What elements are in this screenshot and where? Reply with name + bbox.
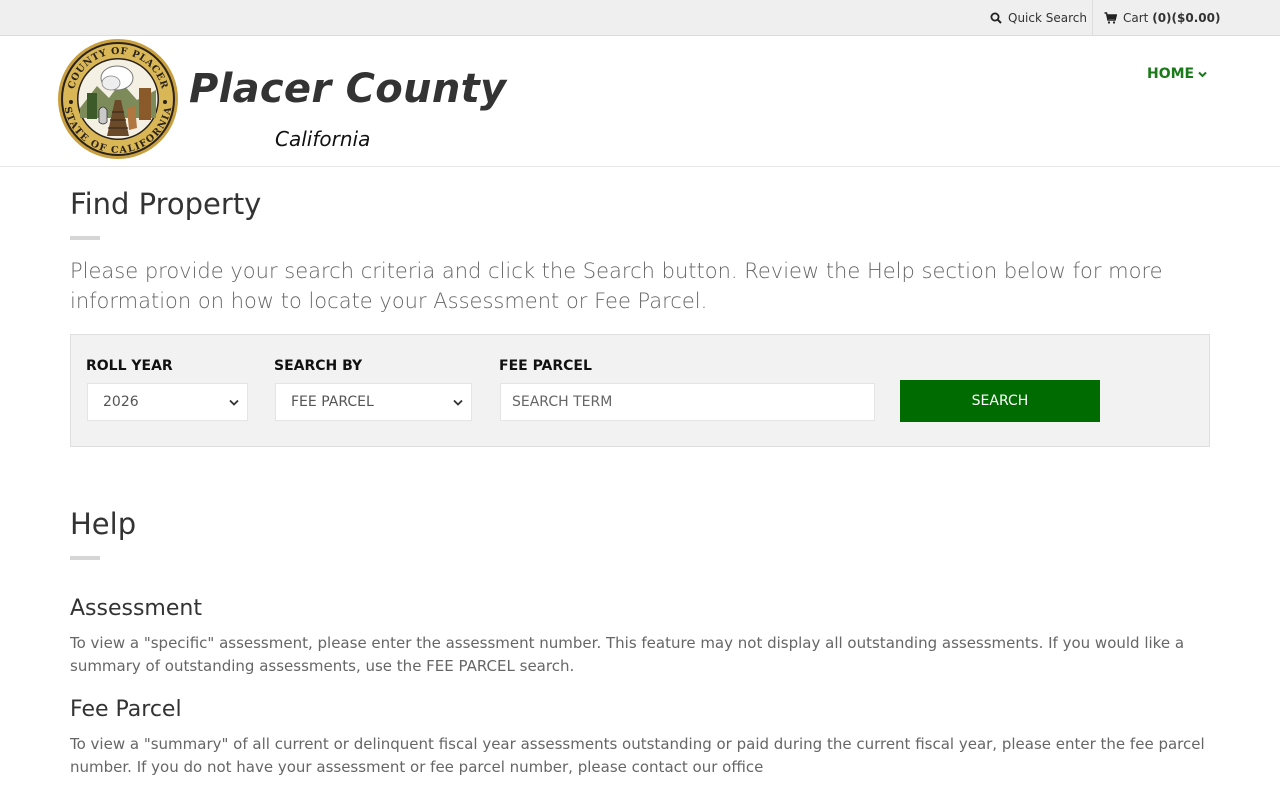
search-by-label: SEARCH BY: [274, 358, 363, 374]
nav-home-label: HOME: [1147, 66, 1195, 82]
county-seal-logo[interactable]: COUNTY OF PLACER STATE OF CALIFORNIA: [57, 38, 179, 160]
nav-home-menu[interactable]: HOME: [1147, 66, 1207, 82]
search-term-input[interactable]: [500, 383, 875, 421]
cart-count: (0): [1152, 10, 1172, 25]
quick-search-link[interactable]: Quick Search: [990, 0, 1087, 35]
search-icon: [990, 12, 1002, 24]
chevron-down-icon: [453, 399, 463, 406]
search-by-select[interactable]: FEE PARCEL: [275, 383, 472, 421]
site-subtitle: California: [275, 127, 371, 151]
help-heading-fee-parcel: Fee Parcel: [70, 697, 182, 722]
search-term-label: FEE PARCEL: [499, 358, 592, 374]
help-text-assessment: To view a "specific" assessment, please …: [70, 634, 1185, 675]
roll-year-value: 2026: [103, 394, 139, 410]
quick-search-label: Quick Search: [1008, 10, 1087, 25]
help-text-fee-parcel: To view a "summary" of all current or de…: [70, 735, 1205, 776]
chevron-down-icon: [1198, 71, 1207, 77]
site-header: COUNTY OF PLACER STATE OF CALIFORNIA Pla…: [0, 36, 1280, 167]
cart-total: ($0.00): [1171, 10, 1221, 25]
roll-year-label: ROLL YEAR: [86, 358, 173, 374]
help-title: Help: [70, 507, 137, 541]
cart-label: Cart: [1123, 10, 1149, 25]
help-heading-assessment: Assessment: [70, 596, 202, 621]
cart-icon: [1104, 11, 1117, 24]
roll-year-select[interactable]: 2026: [87, 383, 248, 421]
intro-text: Please provide your search criteria and …: [70, 259, 1163, 313]
search-button[interactable]: SEARCH: [900, 380, 1100, 422]
top-utility-bar: Quick Search Cart (0) ($0.00): [0, 0, 1280, 36]
site-title[interactable]: Placer County: [189, 66, 506, 112]
chevron-down-icon: [229, 399, 239, 406]
help-divider: [70, 556, 100, 560]
page-title: Find Property: [70, 187, 262, 221]
search-by-value: FEE PARCEL: [291, 394, 374, 410]
title-divider: [70, 236, 100, 240]
cart-link[interactable]: Cart (0) ($0.00): [1092, 0, 1220, 35]
search-panel: ROLL YEAR SEARCH BY FEE PARCEL 2026 FEE …: [70, 334, 1210, 447]
